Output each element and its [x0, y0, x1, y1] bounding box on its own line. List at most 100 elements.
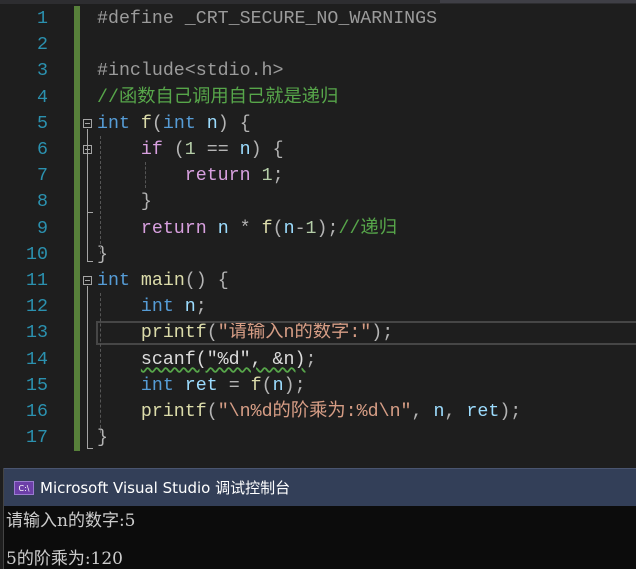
line-number: 4 [37, 87, 48, 108]
code-token: ( [272, 218, 284, 239]
tab-edge [440, 0, 636, 3]
code-line[interactable]: 4 //函数自己调用自己就是递归 [0, 85, 636, 111]
code-text: int n; [97, 294, 207, 320]
code-token: printf [140, 402, 207, 422]
code-token: ( [162, 140, 185, 160]
code-line[interactable]: 7 return 1; [0, 163, 636, 189]
code-line[interactable]: 5 int f(int n) { [0, 111, 636, 137]
code-text: } [97, 425, 108, 451]
code-token: //函数自己调用自己就是递归 [97, 87, 339, 108]
code-token: n [206, 113, 218, 134]
code-token: ret [184, 375, 218, 396]
code-token: 1 [184, 140, 196, 160]
code-token: n [217, 218, 229, 239]
code-token: n [433, 402, 445, 422]
line-number: 1 [37, 9, 48, 29]
code-token: main [140, 271, 185, 291]
code-token: #define _CRT_SECURE_NO_WARNINGS [97, 9, 438, 29]
code-line[interactable]: 1 #define _CRT_SECURE_NO_WARNINGS [0, 6, 636, 32]
code-token: //递归 [338, 218, 397, 239]
code-token: <stdio.h> [184, 61, 284, 82]
line-number: 11 [26, 271, 48, 291]
code-token: int [162, 113, 196, 134]
code-line[interactable]: 16 printf("\n%d的阶乘为:%d\n", n, ret); [0, 399, 636, 425]
code-token: int [140, 297, 174, 318]
code-text: if (1 == n) { [97, 137, 284, 163]
code-text: int f(int n) { [97, 111, 251, 137]
code-token: ); [499, 402, 522, 422]
code-token: ; [305, 349, 317, 370]
code-token: } [140, 192, 152, 213]
code-text: //函数自己调用自己就是递归 [97, 85, 338, 111]
code-line[interactable]: 11 int main() { [0, 268, 636, 294]
debug-console-window[interactable]: C:\ Microsoft Visual Studio 调试控制台 请输入n的数… [3, 468, 636, 569]
code-token: ) { [217, 113, 251, 134]
code-line[interactable]: 17} [0, 425, 636, 451]
console-output-line: 5的阶乘为:120 [6, 549, 123, 569]
code-token: f [250, 375, 262, 396]
change-tracking-bar [74, 6, 80, 451]
line-number: 14 [26, 349, 48, 370]
code-line[interactable]: 15 int ret = f(n); [0, 373, 636, 399]
collapse-icon[interactable] [83, 276, 92, 285]
code-line[interactable]: 6 if (1 == n) { [0, 137, 636, 163]
code-text: } [97, 189, 152, 215]
line-number: 15 [26, 375, 48, 396]
code-line[interactable]: 10} [0, 242, 636, 268]
fold-line [87, 129, 88, 261]
code-token: ( [206, 402, 218, 422]
code-token: scanf("%d", &n) [140, 349, 306, 370]
code-token: - [294, 218, 306, 239]
code-token: 1 [261, 166, 273, 187]
code-line[interactable]: 9 return n * f(n-1);//递归 [0, 216, 636, 242]
code-token: , [411, 402, 434, 422]
code-token: == [195, 140, 240, 160]
code-token: ( [151, 113, 163, 134]
code-token: () { [184, 271, 229, 291]
code-token: * [228, 218, 262, 239]
code-token: ); [283, 375, 306, 396]
line-number: 16 [26, 402, 48, 422]
console-title-bar[interactable]: C:\ Microsoft Visual Studio 调试控制台 [4, 468, 636, 506]
code-line[interactable]: 14 scanf("%d", &n); [0, 347, 636, 373]
indent-guide [100, 293, 101, 433]
code-token: f [261, 218, 273, 239]
line-number: 12 [26, 297, 48, 318]
line-number: 3 [37, 61, 48, 82]
code-token: ) { [250, 140, 284, 160]
indent-guide [145, 162, 146, 188]
line-number: 2 [37, 35, 48, 56]
fold-end [87, 448, 93, 449]
line-number: 10 [26, 244, 48, 265]
code-token: , [444, 402, 467, 422]
code-text: scanf("%d", &n); [97, 347, 317, 373]
code-text: return n * f(n-1);//递归 [97, 216, 397, 242]
fold-end [87, 212, 93, 213]
code-token: ret [466, 402, 500, 422]
console-title: Microsoft Visual Studio 调试控制台 [40, 479, 291, 497]
code-line[interactable]: 3 #include<stdio.h> [0, 58, 636, 84]
code-line[interactable]: 2 [0, 32, 636, 58]
code-token: n [239, 140, 251, 160]
code-editor[interactable]: 1 #define _CRT_SECURE_NO_WARNINGS 2 3 #inclu… [0, 6, 636, 466]
collapse-icon[interactable] [83, 119, 92, 128]
current-line-highlight [96, 321, 636, 345]
code-text: #include<stdio.h> [97, 58, 284, 84]
code-line[interactable]: 8 } [0, 189, 636, 215]
code-token: 1 [305, 218, 317, 239]
line-number: 5 [37, 113, 48, 134]
code-line[interactable]: 12 int n; [0, 294, 636, 320]
console-output-line: 请输入n的数字:5 [6, 511, 136, 531]
